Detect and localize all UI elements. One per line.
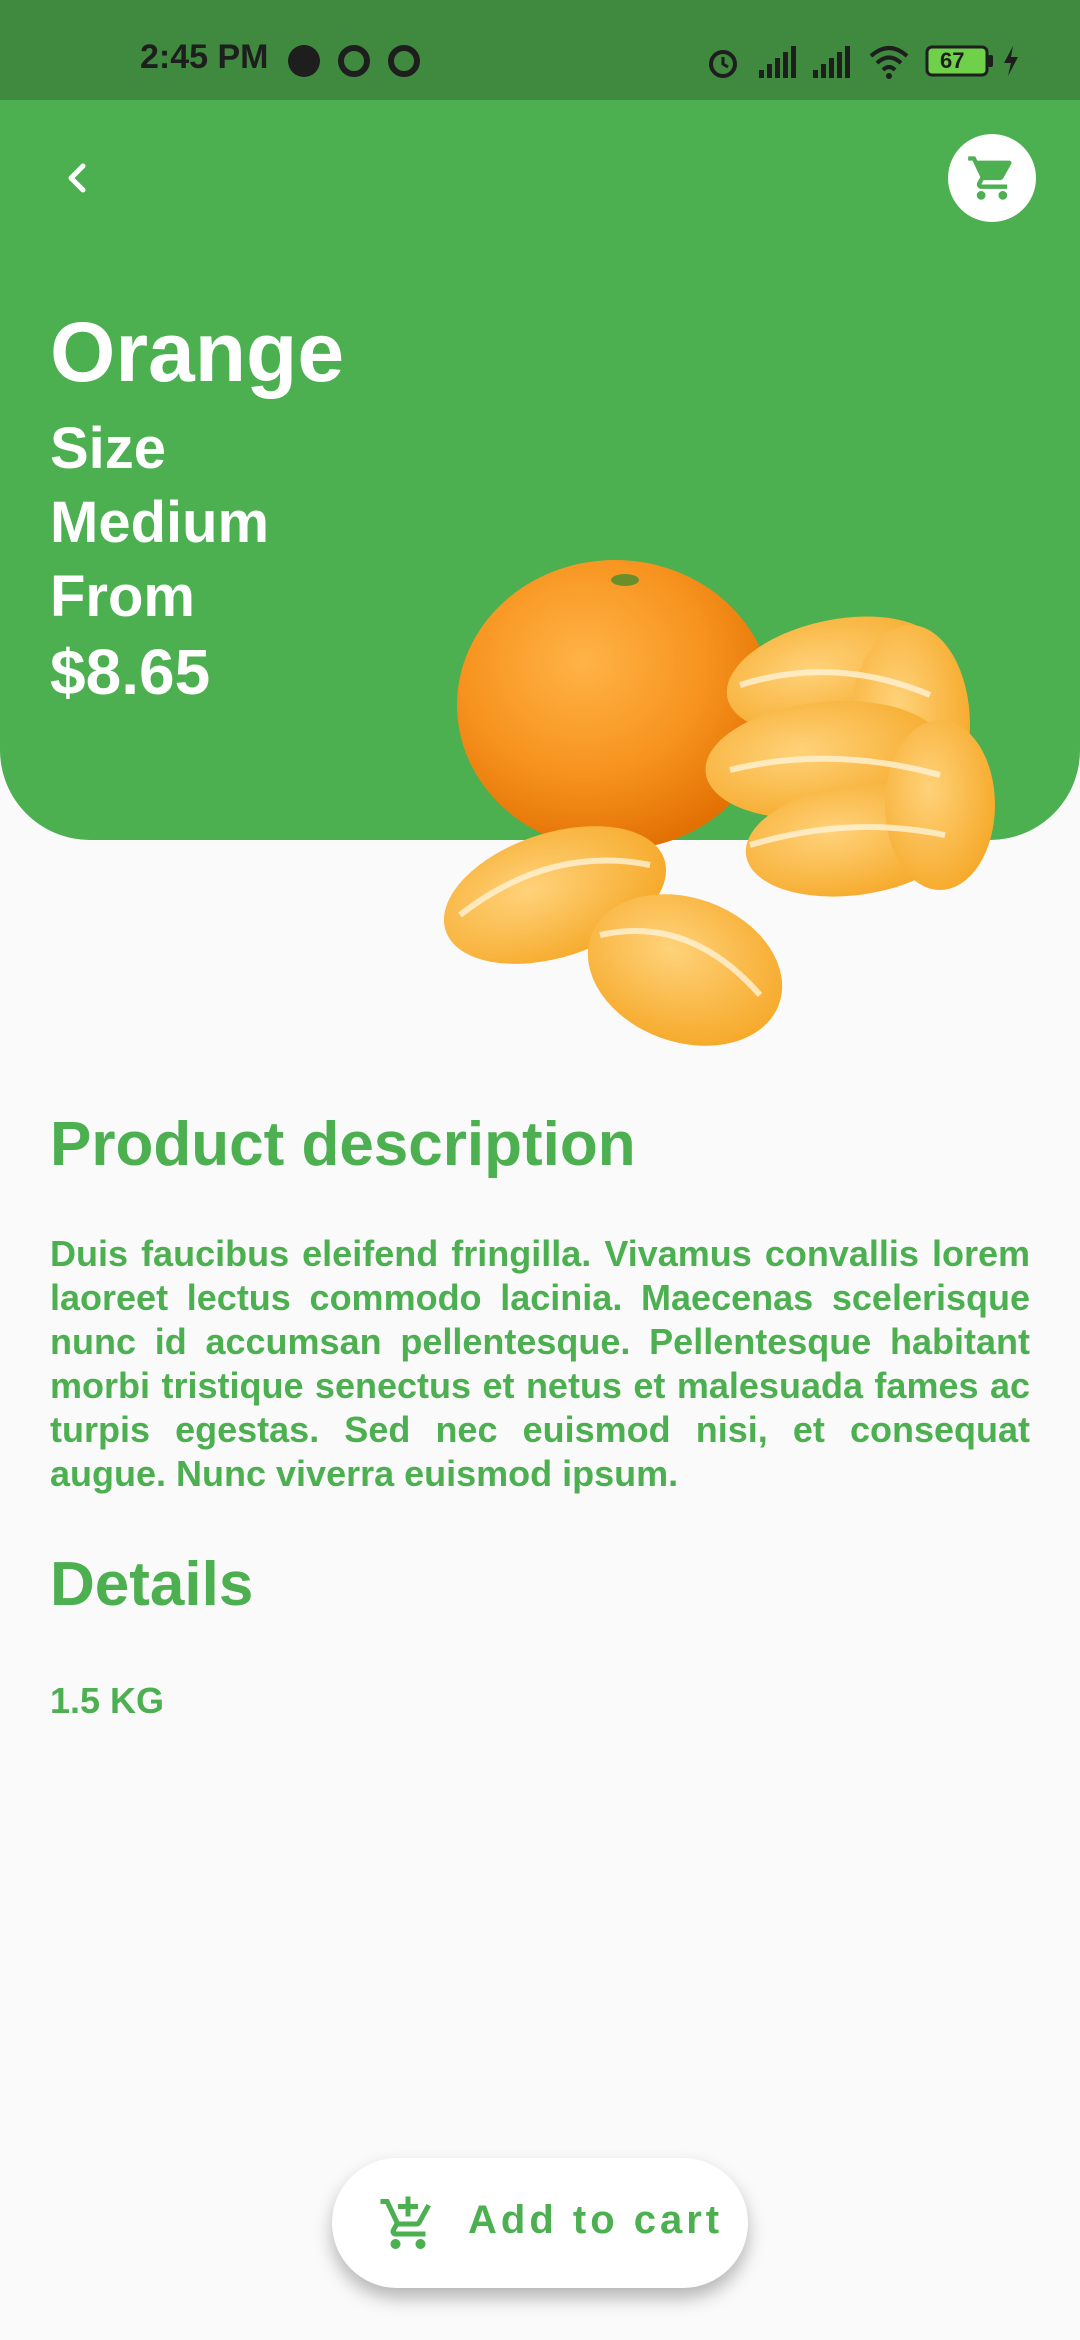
description-text: Duis faucibus eleifend fringilla. Vivamu… bbox=[50, 1233, 1030, 1494]
description-heading: Product description bbox=[50, 1110, 636, 1179]
orange-image bbox=[443, 560, 995, 1046]
signal-icon bbox=[759, 46, 796, 78]
status-time: 2:45 PM bbox=[140, 38, 269, 76]
app-icon bbox=[338, 45, 370, 77]
add-to-cart-label: Add to cart bbox=[468, 2198, 724, 2242]
back-button[interactable] bbox=[50, 150, 106, 206]
wifi-icon bbox=[869, 46, 909, 79]
details-value: 1.5 KG bbox=[50, 1680, 165, 1721]
product-name: Orange bbox=[50, 305, 345, 399]
details-heading: Details bbox=[50, 1550, 254, 1619]
price-label: From bbox=[50, 564, 195, 629]
shopping-cart-icon bbox=[968, 156, 1012, 200]
cart-button[interactable] bbox=[948, 134, 1036, 222]
product-detail-screen: 2:45 PM 67 Orange Size Medium From $8.65… bbox=[0, 0, 1080, 2340]
add-shopping-cart-icon bbox=[380, 2196, 431, 2249]
battery-level: 67 bbox=[940, 48, 965, 73]
charging-icon bbox=[1004, 46, 1018, 76]
messenger-icon bbox=[288, 45, 320, 77]
size-value: Medium bbox=[50, 490, 270, 555]
status-bar: 2:45 PM 67 bbox=[0, 0, 1080, 100]
size-label: Size bbox=[50, 416, 167, 481]
alarm-icon bbox=[709, 50, 737, 78]
product-price: $8.65 bbox=[50, 636, 211, 708]
status-indicators: 67 bbox=[705, 40, 1035, 80]
signal-icon bbox=[813, 46, 850, 78]
chevron-left-icon bbox=[68, 163, 86, 193]
add-to-cart-button[interactable]: Add to cart bbox=[332, 2158, 748, 2288]
app-icon bbox=[388, 45, 420, 77]
